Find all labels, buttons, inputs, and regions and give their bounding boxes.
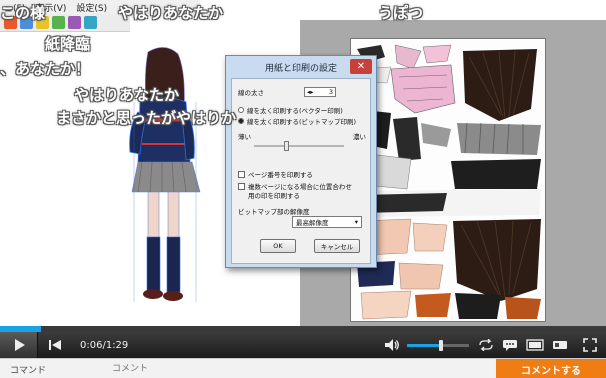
- vector-print-option[interactable]: 線を太く印刷する(ベクター印刷): [238, 105, 343, 115]
- papercraft-parts: [355, 44, 541, 320]
- play-icon: [14, 339, 25, 351]
- rewind-button[interactable]: [44, 332, 66, 358]
- danmaku-comment: 、あなたか！: [0, 60, 91, 78]
- fullscreen-button[interactable]: [578, 332, 602, 358]
- settings-button[interactable]: [550, 332, 570, 358]
- danmaku-comment: この様: [0, 4, 46, 22]
- bitmap-res-value: 最高解像度: [296, 219, 329, 227]
- volume-slider-fill: [407, 344, 442, 347]
- alignment-mark-option[interactable]: 複数ページになる場合に位置合わせ 用の印を印刷する: [238, 183, 352, 201]
- dialog-body: 線の太さ ◂▸ 3 線を太く印刷する(ベクター印刷) 線を太く印刷する(ビットマ…: [231, 78, 371, 264]
- alignment-mark-checkbox[interactable]: [238, 183, 245, 190]
- repeat-icon: [479, 339, 493, 351]
- speech-bubble-icon: [503, 339, 517, 351]
- bitmap-res-select[interactable]: 最高解像度 ▾: [292, 216, 362, 228]
- settings-icon: [553, 341, 567, 349]
- danmaku-comment: やはりあなたか: [118, 4, 224, 22]
- paper-sheet: [350, 38, 546, 322]
- skip-back-icon: [49, 340, 61, 350]
- density-slider[interactable]: [254, 141, 344, 151]
- time-display: 0:06/1:29: [80, 339, 129, 351]
- bitmap-print-option[interactable]: 線を太く印刷する(ビットマップ印刷): [238, 116, 356, 126]
- repeat-button[interactable]: [476, 332, 496, 358]
- comment-toggle-button[interactable]: [500, 332, 520, 358]
- bitmap-res-label: ビットマップ部の解像度: [238, 208, 310, 216]
- command-label[interactable]: コマンド: [10, 363, 46, 376]
- volume-slider-thumb[interactable]: [439, 340, 444, 351]
- menu-settings: 設定(S): [76, 3, 108, 14]
- dialog-title: 用紙と印刷の設定: [264, 63, 337, 74]
- volume-slider[interactable]: [407, 340, 469, 351]
- bitmap-res-row: ビットマップ部の解像度: [238, 206, 310, 216]
- toolbar-help-icon: [84, 16, 97, 29]
- alignment-mark-text: 複数ページになる場合に位置合わせ 用の印を印刷する: [248, 183, 352, 201]
- volume-button[interactable]: [382, 332, 402, 358]
- theater-mode-icon: [526, 339, 544, 351]
- print-settings-dialog: 用紙と印刷の設定 ✕ 線の太さ ◂▸ 3 線を太く印刷する(ベクター印刷) 線を…: [225, 55, 377, 268]
- line-width-label: 線の太さ: [238, 89, 264, 97]
- stepper-arrows-icon[interactable]: ◂▸: [307, 88, 314, 96]
- dialog-titlebar[interactable]: 用紙と印刷の設定 ✕: [226, 56, 376, 78]
- comment-bar: コマンド コメントする: [0, 358, 606, 378]
- density-dark-label: 濃い: [353, 133, 366, 141]
- video-frame[interactable]: ェ(F) 表示(V) 設定(S) 用紙と印刷の設定 ✕ 線の太さ ◂▸ 3 線を…: [0, 0, 606, 326]
- speaker-icon: [385, 339, 399, 351]
- line-width-value: 3: [328, 88, 333, 96]
- vector-radio[interactable]: [238, 107, 244, 113]
- danmaku-comment: 紙降臨: [45, 35, 91, 53]
- density-slider-thumb[interactable]: [284, 141, 289, 151]
- toolbar-texture-icon: [52, 16, 65, 29]
- toolbar-print-icon: [68, 16, 81, 29]
- ok-button[interactable]: OK: [260, 239, 296, 253]
- cancel-button[interactable]: キャンセル: [314, 239, 360, 253]
- line-width-row: 線の太さ ◂▸ 3: [238, 87, 336, 97]
- bitmap-label: 線を太く印刷する(ビットマップ印刷): [247, 118, 357, 126]
- density-light-label: 薄い: [238, 133, 251, 141]
- screen-mode-button[interactable]: [525, 332, 545, 358]
- density-row: 薄い 濃い: [238, 131, 366, 141]
- comment-input[interactable]: [100, 361, 490, 376]
- player-controls: 0:06/1:29: [0, 332, 606, 358]
- danmaku-comment: まさかと思ったがやはりか: [56, 109, 237, 127]
- vector-label: 線を太く印刷する(ベクター印刷): [247, 107, 343, 115]
- alignment-mark-label-2: 用の印を印刷する: [248, 192, 300, 200]
- danmaku-comment: うぽつ: [378, 4, 424, 22]
- page-number-checkbox[interactable]: [238, 170, 245, 178]
- page-number-option[interactable]: ページ番号を印刷する: [238, 169, 313, 179]
- comment-submit-button[interactable]: コメントする: [496, 359, 606, 378]
- fullscreen-icon: [583, 338, 597, 352]
- close-icon[interactable]: ✕: [350, 59, 372, 74]
- danmaku-comment: やはりあなたか: [74, 86, 180, 104]
- alignment-mark-label-1: 複数ページになる場合に位置合わせ: [248, 183, 352, 191]
- play-button[interactable]: [0, 332, 38, 358]
- bitmap-radio[interactable]: [238, 118, 244, 124]
- chevron-down-icon: ▾: [354, 218, 358, 226]
- page-number-label: ページ番号を印刷する: [248, 171, 313, 179]
- line-width-stepper[interactable]: ◂▸ 3: [304, 87, 336, 97]
